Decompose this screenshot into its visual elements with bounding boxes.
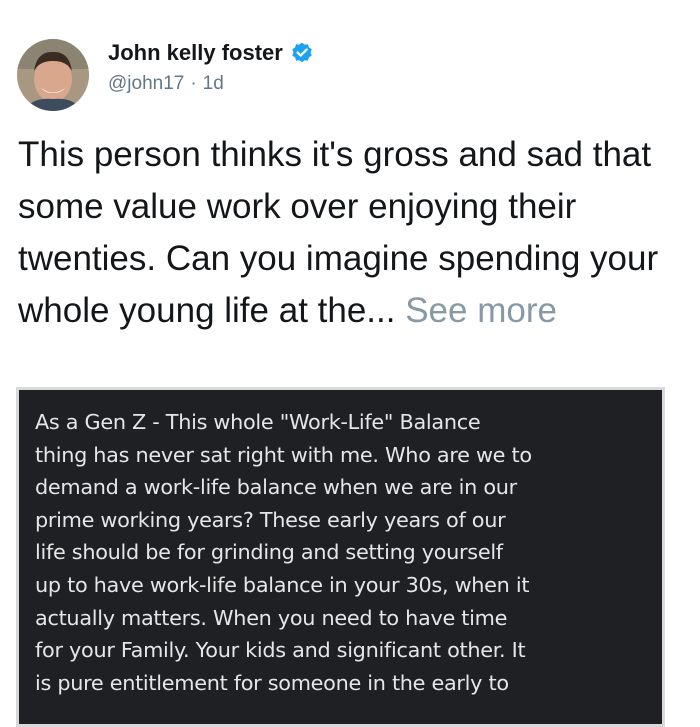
card-line: up to have work-life balance in your 30s… bbox=[35, 572, 530, 597]
card-line: thing has never sat right with me. Who a… bbox=[35, 442, 532, 467]
card-line: prime working years? These early years o… bbox=[35, 507, 506, 532]
tweet-body: This person thinks it's gross and sad th… bbox=[18, 135, 659, 330]
avatar-portrait bbox=[17, 39, 89, 111]
card-line: for your Family. Your kids and significa… bbox=[35, 638, 526, 663]
card-line: life should be for grinding and setting … bbox=[35, 540, 503, 565]
author-row: John kelly foster bbox=[108, 40, 314, 66]
avatar[interactable] bbox=[17, 39, 89, 111]
screenshot-card[interactable]: As a Gen Z - This whole "Work-Life" Bala… bbox=[16, 387, 665, 727]
see-more-link[interactable]: See more bbox=[405, 291, 557, 330]
author-name[interactable]: John kelly foster bbox=[108, 40, 283, 66]
card-line: As a Gen Z - This whole "Work-Life" Bala… bbox=[35, 410, 481, 434]
card-line: actually matters. When you need to have … bbox=[35, 605, 508, 630]
card-line: demand a work-life balance when we are i… bbox=[35, 475, 517, 500]
card-line: is pure entitlement for someone in the e… bbox=[35, 670, 509, 695]
handle-row: @john17 · 1d bbox=[108, 73, 224, 95]
verified-badge-icon bbox=[292, 42, 312, 63]
separator: · bbox=[190, 73, 197, 94]
card-text: As a Gen Z - This whole "Work-Life" Bala… bbox=[35, 406, 660, 699]
timestamp[interactable]: 1d bbox=[203, 73, 224, 94]
tweet-text: This person thinks it's gross and sad th… bbox=[18, 129, 688, 337]
author-handle[interactable]: @john17 bbox=[108, 73, 184, 94]
